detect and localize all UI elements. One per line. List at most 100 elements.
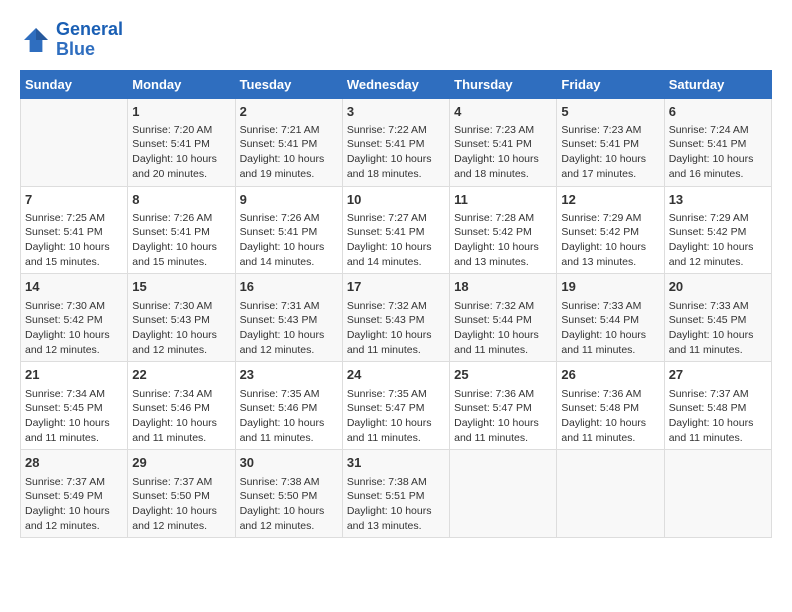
day-number: 12 [561,191,659,209]
day-cell: 30 Sunrise: 7:38 AM Sunset: 5:50 PM Dayli… [235,450,342,538]
day-info: Sunrise: 7:23 AM Sunset: 5:41 PM Dayligh… [454,123,552,182]
logo-icon [20,24,52,56]
day-cell: 21Sunrise: 7:34 AM Sunset: 5:45 PM Dayli… [21,362,128,450]
day-info: Sunrise: 7:32 AM Sunset: 5:44 PM Dayligh… [454,299,552,358]
day-cell: 10Sunrise: 7:27 AM Sunset: 5:41 PM Dayli… [342,186,449,274]
day-number: 20 [669,278,767,296]
day-cell: 12 Sunrise: 7:29 AM Sunset: 5:42 PM Dayli… [557,186,664,274]
day-cell: 2 Sunrise: 7:21 AM Sunset: 5:41 PM Daylig… [235,98,342,186]
day-cell: 11 Sunrise: 7:28 AM Sunset: 5:42 PM Dayli… [450,186,557,274]
col-header-wednesday: Wednesday [342,70,449,98]
col-header-friday: Friday [557,70,664,98]
day-info: Sunrise: 7:37 AM Sunset: 5:49 PM Dayligh… [25,475,123,534]
calendar-header: SundayMondayTuesdayWednesdayThursdayFrid… [21,70,772,98]
col-header-sunday: Sunday [21,70,128,98]
day-info: Sunrise: 7:34 AM Sunset: 5:46 PM Dayligh… [132,387,230,446]
col-header-monday: Monday [128,70,235,98]
day-number: 15 [132,278,230,296]
day-number: 5 [561,103,659,121]
day-cell: 24Sunrise: 7:35 AM Sunset: 5:47 PM Dayli… [342,362,449,450]
day-cell: 1 Sunrise: 7:20 AM Sunset: 5:41 PM Daylig… [128,98,235,186]
day-info: Sunrise: 7:23 AM Sunset: 5:41 PM Dayligh… [561,123,659,182]
col-header-tuesday: Tuesday [235,70,342,98]
col-header-thursday: Thursday [450,70,557,98]
day-info: Sunrise: 7:35 AM Sunset: 5:46 PM Dayligh… [240,387,338,446]
day-cell [21,98,128,186]
day-cell: 23 Sunrise: 7:35 AM Sunset: 5:46 PM Dayli… [235,362,342,450]
logo-text: General Blue [56,20,123,60]
day-info: Sunrise: 7:34 AM Sunset: 5:45 PM Dayligh… [25,387,123,446]
day-number: 23 [240,366,338,384]
day-number: 11 [454,191,552,209]
day-number: 26 [561,366,659,384]
day-info: Sunrise: 7:38 AM Sunset: 5:51 PM Dayligh… [347,475,445,534]
week-row-1: 1 Sunrise: 7:20 AM Sunset: 5:41 PM Daylig… [21,98,772,186]
week-row-2: 7Sunrise: 7:25 AM Sunset: 5:41 PM Daylig… [21,186,772,274]
day-cell: 31 Sunrise: 7:38 AM Sunset: 5:51 PM Dayli… [342,450,449,538]
day-number: 30 [240,454,338,472]
day-cell: 4 Sunrise: 7:23 AM Sunset: 5:41 PM Daylig… [450,98,557,186]
day-cell: 17 Sunrise: 7:32 AM Sunset: 5:43 PM Dayli… [342,274,449,362]
day-cell: 29 Sunrise: 7:37 AM Sunset: 5:50 PM Dayli… [128,450,235,538]
day-number: 6 [669,103,767,121]
day-info: Sunrise: 7:29 AM Sunset: 5:42 PM Dayligh… [669,211,767,270]
day-number: 31 [347,454,445,472]
day-number: 4 [454,103,552,121]
day-number: 28 [25,454,123,472]
calendar-table: SundayMondayTuesdayWednesdayThursdayFrid… [20,70,772,539]
day-info: Sunrise: 7:28 AM Sunset: 5:42 PM Dayligh… [454,211,552,270]
week-row-4: 21Sunrise: 7:34 AM Sunset: 5:45 PM Dayli… [21,362,772,450]
day-cell: 14 Sunrise: 7:30 AM Sunset: 5:42 PM Dayli… [21,274,128,362]
day-info: Sunrise: 7:33 AM Sunset: 5:45 PM Dayligh… [669,299,767,358]
day-info: Sunrise: 7:22 AM Sunset: 5:41 PM Dayligh… [347,123,445,182]
day-info: Sunrise: 7:21 AM Sunset: 5:41 PM Dayligh… [240,123,338,182]
day-info: Sunrise: 7:27 AM Sunset: 5:41 PM Dayligh… [347,211,445,270]
day-cell [664,450,771,538]
day-info: Sunrise: 7:30 AM Sunset: 5:42 PM Dayligh… [25,299,123,358]
day-number: 16 [240,278,338,296]
day-info: Sunrise: 7:31 AM Sunset: 5:43 PM Dayligh… [240,299,338,358]
page-header: General Blue [20,20,772,60]
day-number: 29 [132,454,230,472]
day-number: 13 [669,191,767,209]
day-info: Sunrise: 7:32 AM Sunset: 5:43 PM Dayligh… [347,299,445,358]
day-number: 18 [454,278,552,296]
day-info: Sunrise: 7:20 AM Sunset: 5:41 PM Dayligh… [132,123,230,182]
day-cell: 22Sunrise: 7:34 AM Sunset: 5:46 PM Dayli… [128,362,235,450]
day-cell: 28 Sunrise: 7:37 AM Sunset: 5:49 PM Dayli… [21,450,128,538]
day-info: Sunrise: 7:33 AM Sunset: 5:44 PM Dayligh… [561,299,659,358]
day-info: Sunrise: 7:37 AM Sunset: 5:50 PM Dayligh… [132,475,230,534]
day-cell [557,450,664,538]
day-number: 27 [669,366,767,384]
day-number: 3 [347,103,445,121]
day-cell [450,450,557,538]
day-number: 14 [25,278,123,296]
day-cell: 18 Sunrise: 7:32 AM Sunset: 5:44 PM Dayli… [450,274,557,362]
day-cell: 19 Sunrise: 7:33 AM Sunset: 5:44 PM Dayli… [557,274,664,362]
day-cell: 13 Sunrise: 7:29 AM Sunset: 5:42 PM Dayli… [664,186,771,274]
week-row-5: 28 Sunrise: 7:37 AM Sunset: 5:49 PM Dayli… [21,450,772,538]
day-number: 9 [240,191,338,209]
day-cell: 5 Sunrise: 7:23 AM Sunset: 5:41 PM Daylig… [557,98,664,186]
col-header-saturday: Saturday [664,70,771,98]
day-number: 1 [132,103,230,121]
day-number: 7 [25,191,123,209]
day-info: Sunrise: 7:24 AM Sunset: 5:41 PM Dayligh… [669,123,767,182]
day-info: Sunrise: 7:38 AM Sunset: 5:50 PM Dayligh… [240,475,338,534]
logo: General Blue [20,20,123,60]
day-cell: 26Sunrise: 7:36 AM Sunset: 5:48 PM Dayli… [557,362,664,450]
day-info: Sunrise: 7:36 AM Sunset: 5:47 PM Dayligh… [454,387,552,446]
day-cell: 6 Sunrise: 7:24 AM Sunset: 5:41 PM Daylig… [664,98,771,186]
day-cell: 15Sunrise: 7:30 AM Sunset: 5:43 PM Dayli… [128,274,235,362]
day-number: 8 [132,191,230,209]
day-cell: 25Sunrise: 7:36 AM Sunset: 5:47 PM Dayli… [450,362,557,450]
day-number: 2 [240,103,338,121]
day-info: Sunrise: 7:35 AM Sunset: 5:47 PM Dayligh… [347,387,445,446]
day-info: Sunrise: 7:37 AM Sunset: 5:48 PM Dayligh… [669,387,767,446]
day-number: 17 [347,278,445,296]
day-info: Sunrise: 7:26 AM Sunset: 5:41 PM Dayligh… [132,211,230,270]
day-number: 19 [561,278,659,296]
week-row-3: 14 Sunrise: 7:30 AM Sunset: 5:42 PM Dayli… [21,274,772,362]
day-cell: 20 Sunrise: 7:33 AM Sunset: 5:45 PM Dayli… [664,274,771,362]
day-info: Sunrise: 7:29 AM Sunset: 5:42 PM Dayligh… [561,211,659,270]
